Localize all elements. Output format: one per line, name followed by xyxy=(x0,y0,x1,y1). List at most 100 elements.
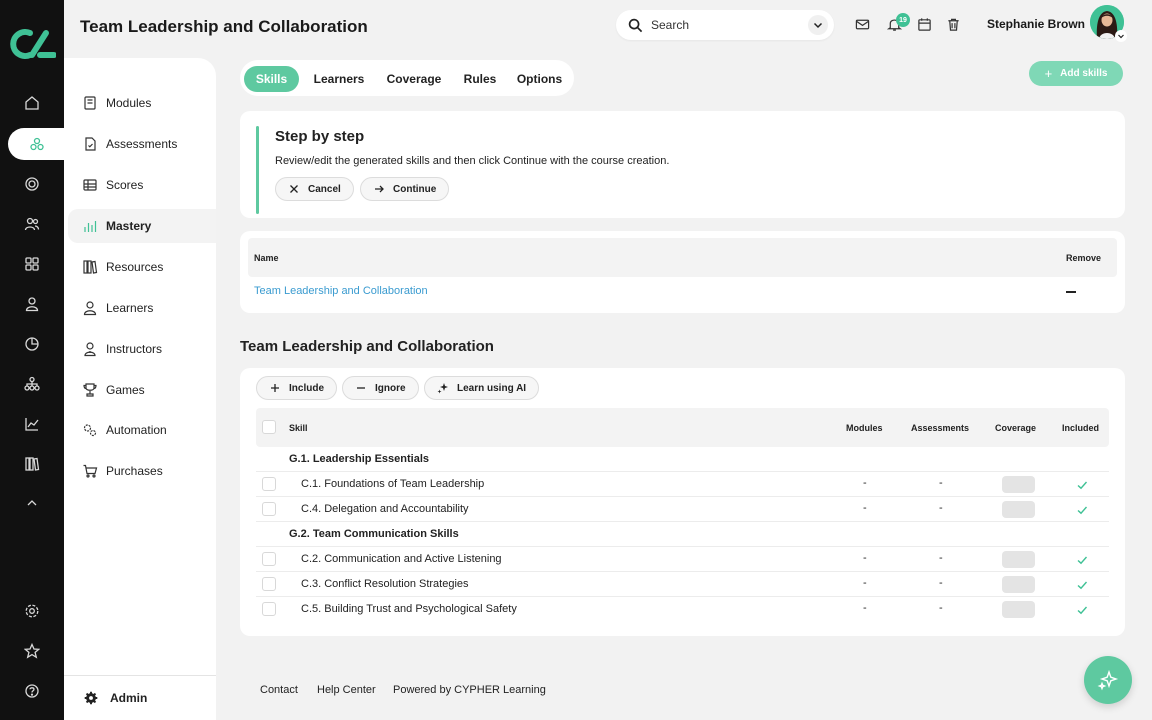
column-header-skill: Skill xyxy=(289,423,308,433)
sidebar-item-instructors[interactable]: Instructors xyxy=(68,332,216,366)
mail-icon[interactable] xyxy=(855,17,871,33)
column-header-assessments: Assessments xyxy=(911,423,970,433)
skill-row[interactable]: C.3. Conflict Resolution Strategies - - xyxy=(256,572,1109,597)
skill-row[interactable]: C.5. Building Trust and Psychological Sa… xyxy=(256,597,1109,622)
tab-options[interactable]: Options xyxy=(512,66,567,92)
ai-assistant-button[interactable] xyxy=(1084,656,1132,704)
skill-modules-count: - xyxy=(863,577,867,589)
tab-learners[interactable]: Learners xyxy=(308,66,370,92)
ignore-button[interactable]: Ignore xyxy=(342,376,419,400)
course-sidebar: Modules Assessments Scores Mastery Resou… xyxy=(64,58,216,720)
skill-assessments-count: - xyxy=(939,602,943,614)
column-header-remove: Remove xyxy=(1065,253,1101,263)
check-icon[interactable] xyxy=(1076,579,1088,591)
remove-button[interactable] xyxy=(1063,284,1079,300)
skill-row[interactable]: C.2. Communication and Active Listening … xyxy=(256,547,1109,572)
pie-chart-icon[interactable] xyxy=(0,328,64,360)
users-icon[interactable] xyxy=(0,208,64,240)
continue-button[interactable]: Continue xyxy=(360,177,450,201)
sidebar-item-label: Instructors xyxy=(106,342,163,356)
calendar-icon[interactable] xyxy=(917,17,933,33)
check-icon[interactable] xyxy=(1076,604,1088,616)
add-skills-button[interactable]: + Add skills xyxy=(1029,61,1123,86)
skill-checkbox[interactable] xyxy=(262,602,276,616)
cancel-button[interactable]: Cancel xyxy=(275,177,354,201)
step-accent-bar xyxy=(256,126,259,214)
select-all-checkbox[interactable] xyxy=(262,420,276,434)
name-table-header: Name Remove xyxy=(248,238,1117,277)
skill-checkbox[interactable] xyxy=(262,502,276,516)
include-label: Include xyxy=(289,382,325,394)
cypher-logo[interactable] xyxy=(8,24,56,64)
skill-checkbox[interactable] xyxy=(262,577,276,591)
skill-label: C.3. Conflict Resolution Strategies xyxy=(301,578,469,590)
skill-group-label: G.1. Leadership Essentials xyxy=(289,453,430,465)
check-icon[interactable] xyxy=(1076,504,1088,516)
instructor-icon xyxy=(84,342,96,357)
sparkle-icon xyxy=(1097,669,1119,691)
sidebar-item-label: Learners xyxy=(106,301,154,315)
document-icon xyxy=(85,137,96,151)
scrollbar-track[interactable] xyxy=(1146,30,1152,720)
notification-count-badge: 19 xyxy=(896,13,910,27)
page-title: Team Leadership and Collaboration xyxy=(80,17,368,36)
sidebar-item-games[interactable]: Games xyxy=(68,373,216,407)
line-chart-icon[interactable] xyxy=(0,408,64,440)
search-scope-dropdown[interactable] xyxy=(808,15,828,35)
star-icon[interactable] xyxy=(0,635,64,667)
skill-set-name-link[interactable]: Team Leadership and Collaboration xyxy=(254,285,428,297)
gear-icon xyxy=(84,691,98,705)
search-input[interactable] xyxy=(651,18,791,32)
library-icon[interactable] xyxy=(0,448,64,480)
tab-coverage[interactable]: Coverage xyxy=(380,66,448,92)
skill-label: C.4. Delegation and Accountability xyxy=(301,503,469,515)
include-button[interactable]: Include xyxy=(256,376,338,400)
skill-assessments-count: - xyxy=(939,577,943,589)
tab-rules[interactable]: Rules xyxy=(458,66,502,92)
sidebar-item-scores[interactable]: Scores xyxy=(68,168,216,202)
library-icon xyxy=(83,260,98,274)
search-icon xyxy=(628,18,643,32)
sidebar-item-label: Automation xyxy=(106,423,167,437)
sidebar-item-label: Modules xyxy=(106,96,152,110)
check-icon[interactable] xyxy=(1076,479,1088,491)
footer-help-center-link[interactable]: Help Center xyxy=(317,684,376,696)
user-name[interactable]: Stephanie Brown xyxy=(987,17,1085,31)
target-icon[interactable] xyxy=(0,168,64,200)
home-icon[interactable] xyxy=(0,87,64,119)
skill-checkbox[interactable] xyxy=(262,552,276,566)
trash-icon[interactable] xyxy=(946,17,962,33)
sidebar-item-automation[interactable]: Automation xyxy=(68,413,216,447)
sparkle-icon xyxy=(437,383,448,394)
person-icon xyxy=(83,301,97,316)
sidebar-item-label: Resources xyxy=(106,260,164,274)
search-bar xyxy=(616,10,834,40)
chevron-up-icon[interactable] xyxy=(0,487,64,519)
learn-using-ai-button[interactable]: Learn using AI xyxy=(424,376,540,400)
skills-icon[interactable] xyxy=(8,128,66,160)
check-icon[interactable] xyxy=(1076,554,1088,566)
footer-contact-link[interactable]: Contact xyxy=(260,684,298,696)
settings-icon[interactable] xyxy=(0,595,64,627)
person-icon[interactable] xyxy=(0,288,64,320)
apps-icon[interactable] xyxy=(0,248,64,280)
footer-powered-by[interactable]: Powered by CYPHER Learning xyxy=(393,684,546,696)
skills-table-header: Skill Modules Assessments Coverage Inclu… xyxy=(256,408,1109,447)
sidebar-item-learners[interactable]: Learners xyxy=(68,291,216,325)
sidebar-item-assessments[interactable]: Assessments xyxy=(68,127,216,161)
user-menu-chevron[interactable] xyxy=(1115,30,1127,42)
sidebar-item-resources[interactable]: Resources xyxy=(68,250,216,284)
sidebar-item-modules[interactable]: Modules xyxy=(68,86,216,120)
admin-button[interactable]: Admin xyxy=(64,675,216,720)
sidebar-item-purchases[interactable]: Purchases xyxy=(68,454,216,488)
close-icon xyxy=(290,185,298,193)
skill-assessments-count: - xyxy=(939,552,943,564)
tab-skills[interactable]: Skills xyxy=(244,66,299,92)
skill-row[interactable]: C.4. Delegation and Accountability - - xyxy=(256,497,1109,522)
sidebar-item-mastery[interactable]: Mastery xyxy=(68,209,216,243)
help-icon[interactable] xyxy=(0,675,64,707)
skill-checkbox[interactable] xyxy=(262,477,276,491)
org-chart-icon[interactable] xyxy=(0,368,64,400)
automation-icon xyxy=(83,424,97,437)
skill-row[interactable]: C.1. Foundations of Team Leadership - - xyxy=(256,472,1109,497)
